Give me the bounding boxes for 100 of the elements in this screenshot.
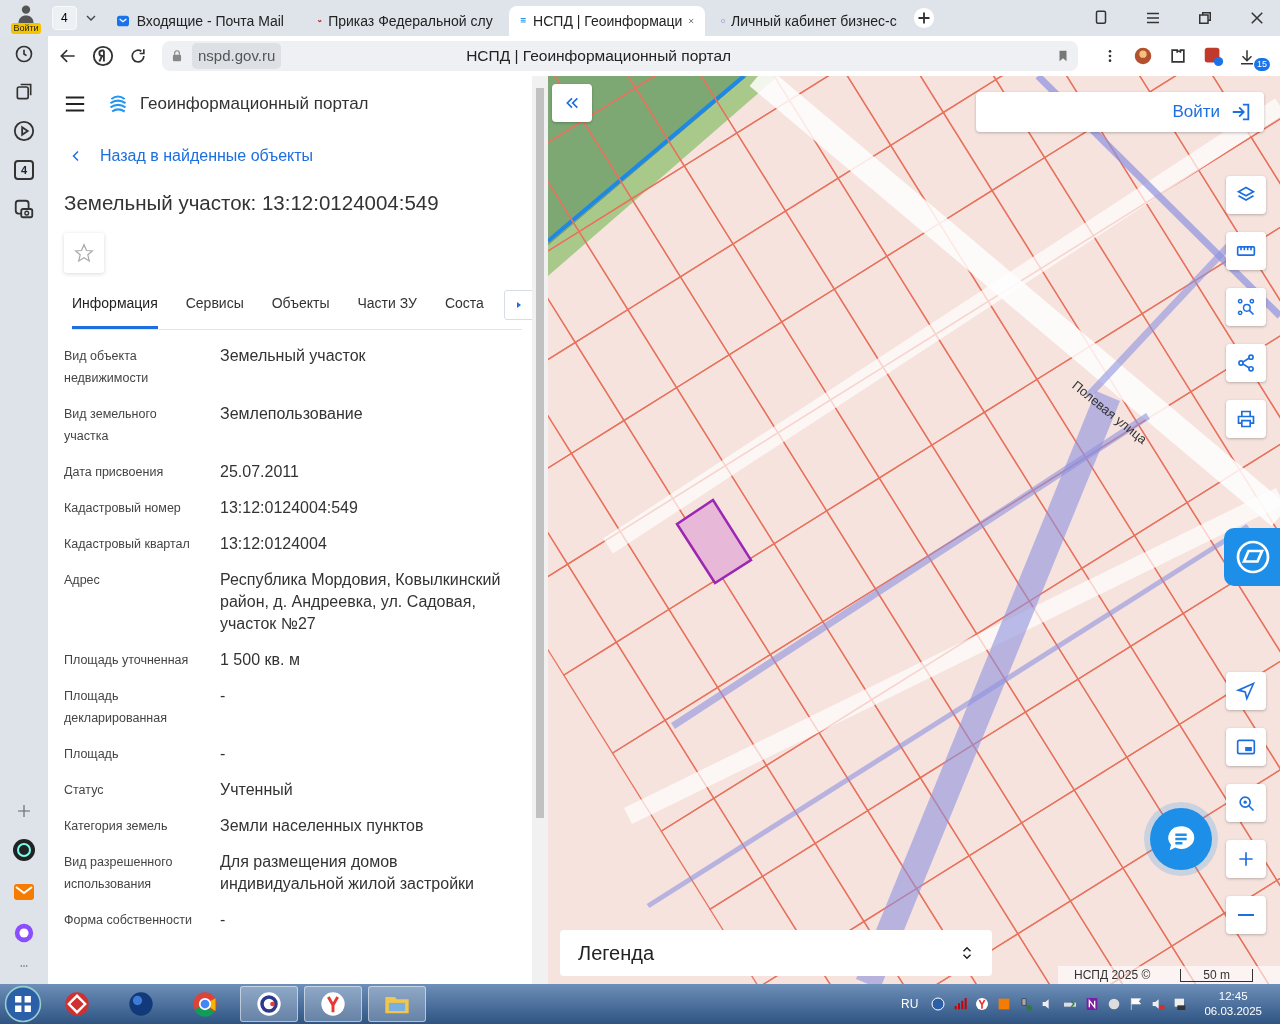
caret-right-icon: [515, 300, 523, 310]
yandex-logo-icon[interactable]: [92, 45, 114, 67]
field-label: Площадь уточненная: [64, 651, 190, 669]
registry-widget-button[interactable]: [1224, 528, 1280, 586]
browser-tab[interactable]: Приказ Федеральной слу: [306, 6, 503, 36]
collapse-panel-button[interactable]: [552, 84, 592, 122]
login-icon: [1230, 101, 1252, 123]
extension-icon[interactable]: [1202, 45, 1224, 67]
app-icon: [63, 990, 91, 1018]
globe-icon: [127, 990, 155, 1018]
navigation-arrow-icon: [1236, 681, 1256, 701]
cadastral-map-drawing[interactable]: [548, 76, 1280, 984]
taskbar-app-button[interactable]: [240, 986, 298, 1022]
field-value: 13:12:0124004: [220, 533, 328, 554]
field-value: -: [220, 685, 227, 706]
chrome-icon: [191, 990, 219, 1018]
field-value: -: [220, 909, 227, 930]
assistant-icon[interactable]: [12, 838, 36, 862]
share-button[interactable]: [1226, 344, 1266, 382]
browser-tab[interactable]: НСПД | Геоинформаци: [508, 6, 705, 36]
start-button-icon[interactable]: [4, 985, 42, 1023]
new-tab-icon[interactable]: [912, 7, 935, 29]
site-icon: [114, 13, 131, 29]
navigation-arrow-button[interactable]: [1226, 672, 1266, 710]
print-button[interactable]: [1226, 400, 1266, 438]
download-button[interactable]: 15: [1238, 41, 1270, 71]
panel-tab[interactable]: Части ЗУ: [357, 284, 417, 329]
field-label: Вид разрешенного использования: [64, 853, 174, 893]
zoom-in-icon: [1236, 849, 1256, 869]
tab-counter-button[interactable]: 4: [14, 160, 34, 180]
taskbar-app-button[interactable]: [304, 986, 362, 1022]
back-link[interactable]: Назад в найденные объекты: [70, 144, 314, 168]
panel-tab[interactable]: Информация: [72, 284, 158, 329]
scrollbar-thumb[interactable]: [536, 88, 544, 818]
restore-icon[interactable]: [1196, 9, 1214, 27]
panel-tab[interactable]: Соста: [444, 284, 484, 329]
field-label: Статус: [64, 781, 105, 799]
location-search-icon: [1236, 793, 1256, 813]
picture-in-picture-button[interactable]: [1226, 728, 1266, 766]
history-icon[interactable]: [14, 44, 34, 64]
field-value: 1 500 кв. м: [220, 649, 301, 670]
field-label: Площадь декларированная: [64, 687, 168, 727]
star-icon: [74, 242, 94, 263]
tab-count-button[interactable]: 4: [52, 6, 77, 30]
location-search-button[interactable]: [1226, 784, 1266, 822]
extension-icon[interactable]: [1132, 45, 1154, 67]
field-label: Вид земельного участка: [64, 405, 158, 445]
field-value: Землепользование: [220, 403, 364, 424]
portal-logo-icon: [108, 94, 128, 114]
print-icon: [1236, 409, 1256, 429]
clock[interactable]: 12:45 06.03.2025: [1204, 989, 1262, 1019]
share-icon: [1236, 353, 1256, 373]
zoom-in-button[interactable]: [1226, 840, 1266, 878]
login-button[interactable]: Войти: [976, 92, 1264, 132]
download-count-badge: 15: [1254, 57, 1270, 71]
screenshot-icon[interactable]: [13, 198, 35, 220]
panel-tab[interactable]: Объекты: [271, 284, 330, 329]
yandex-browser-icon: [319, 990, 347, 1018]
collections-icon[interactable]: [14, 82, 34, 102]
field-label: Площадь: [64, 745, 120, 763]
field-value: Для размещения домов индивидуальной жилой застройки: [220, 851, 475, 894]
browser-tab[interactable]: Входящие - Почта Mail: [104, 6, 301, 36]
mute-icon[interactable]: [1150, 996, 1167, 1012]
address-field[interactable]: nspd.gov.ru НСПД | Геоинформационный портал: [162, 41, 1078, 71]
flag-icon[interactable]: [1128, 996, 1145, 1012]
app-icon: [255, 990, 283, 1018]
zoom-out-button[interactable]: [1226, 896, 1266, 934]
yandex-icon[interactable]: [974, 996, 991, 1012]
close-icon[interactable]: [1248, 9, 1266, 27]
field-label: Вид объекта недвижимости: [64, 347, 150, 387]
area-search-button[interactable]: [1226, 288, 1266, 326]
field-value: -: [220, 743, 227, 764]
profile-button[interactable]: Войти: [6, 2, 46, 34]
layers-button[interactable]: [1226, 176, 1266, 214]
play-icon[interactable]: [13, 120, 35, 142]
download-icon: [1238, 47, 1256, 66]
reload-icon[interactable]: [128, 46, 148, 66]
object-heading: Земельный участок: 13:12:0124004:549: [64, 190, 440, 216]
field-label: Форма собственности: [64, 911, 193, 929]
ruler-button[interactable]: [1226, 232, 1266, 270]
field-value: Земельный участок: [220, 345, 367, 366]
browser-tab[interactable]: Личный кабинет бизнес-с: [710, 6, 907, 36]
legend-dropdown[interactable]: Легенда: [560, 930, 992, 976]
alice-icon[interactable]: [13, 922, 35, 944]
field-label: Дата присвоения: [64, 463, 165, 481]
field-value: 25.07.2011: [220, 461, 300, 482]
field-label: Кадастровый квартал: [64, 535, 191, 553]
field-value: Республика Мордовия, Ковылкинский район, д. Андреевка, ул. Садовая, участок №27: [220, 569, 502, 634]
field-value: Учтенный: [220, 779, 294, 800]
help-icon[interactable]: [930, 996, 947, 1012]
area-search-icon: [1236, 297, 1256, 317]
scale-bar: 50 m: [1180, 968, 1253, 982]
lock-icon: [170, 49, 184, 63]
field-label: Кадастровый номер: [64, 499, 182, 517]
language-indicator[interactable]: RU: [901, 995, 919, 1013]
field-value: 13:12:0124004:549: [220, 497, 359, 518]
panel-tab[interactable]: Сервисы: [185, 284, 244, 329]
field-label: Адрес: [64, 571, 101, 589]
field-value: Земли населенных пунктов: [220, 815, 425, 836]
picture-in-picture-icon: [1236, 737, 1256, 757]
